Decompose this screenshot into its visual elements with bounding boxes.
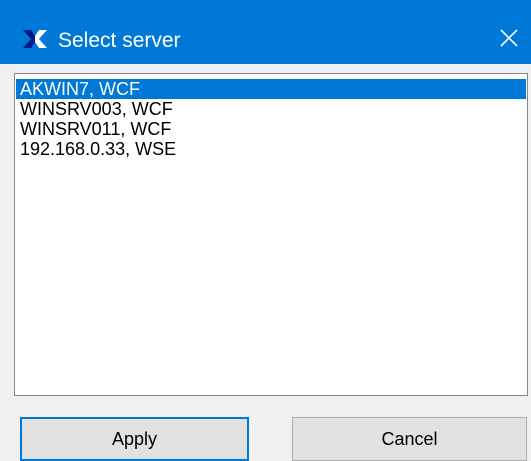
server-list-item[interactable]: WINSRV011, WCF <box>16 119 526 139</box>
app-logo-icon <box>23 30 47 48</box>
close-button[interactable] <box>487 0 531 64</box>
server-listbox[interactable]: AKWIN7, WCF WINSRV003, WCF WINSRV011, WC… <box>14 73 528 396</box>
server-list-item[interactable]: 192.168.0.33, WSE <box>16 139 526 159</box>
window-title: Select server <box>58 29 181 52</box>
server-list-item[interactable]: AKWIN7, WCF <box>16 79 526 99</box>
close-icon <box>500 29 518 47</box>
title-bar[interactable]: Select server <box>0 0 531 64</box>
apply-button[interactable]: Apply <box>20 417 249 461</box>
cancel-button[interactable]: Cancel <box>292 417 527 461</box>
server-list-item[interactable]: WINSRV003, WCF <box>16 99 526 119</box>
